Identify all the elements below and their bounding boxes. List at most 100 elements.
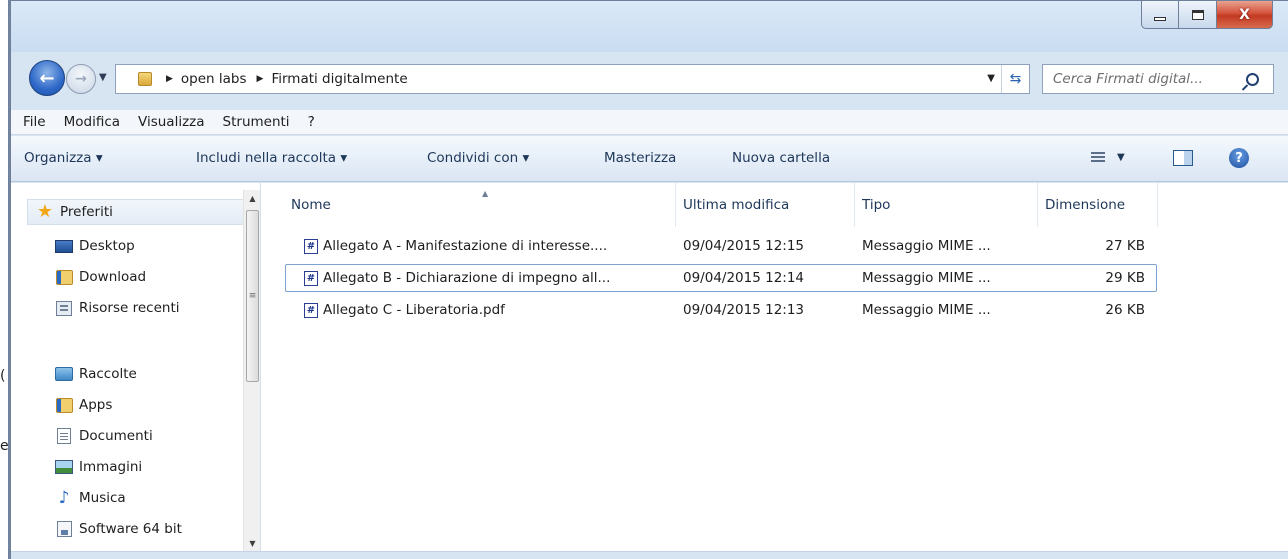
command-bar: Organizza ▾ Includi nella raccolta ▾ Con… xyxy=(11,136,1288,182)
include-in-library-button[interactable]: Includi nella raccolta ▾ xyxy=(196,150,347,166)
minimize-icon xyxy=(1154,16,1166,21)
breadcrumb-open-labs[interactable]: open labs xyxy=(181,71,247,87)
new-folder-button[interactable]: Nuova cartella xyxy=(732,150,830,166)
recent-pages-dropdown[interactable]: ▼ xyxy=(99,72,107,83)
sidebar-item-apps[interactable]: Apps xyxy=(55,392,112,418)
window-controls: X xyxy=(1141,1,1273,30)
maximize-button[interactable] xyxy=(1179,1,1217,29)
chevron-down-icon[interactable]: ▼ xyxy=(1117,152,1125,163)
file-list: Nome ▲ Ultima modifica Tipo Dimensione #… xyxy=(261,183,1288,559)
sidebar-item-label: Musica xyxy=(79,490,126,506)
file-name: Allegato C - Liberatoria.pdf xyxy=(323,302,505,318)
sidebar-item-musica[interactable]: ♪ Musica xyxy=(55,485,126,511)
file-size: 26 KB xyxy=(1105,302,1145,318)
download-folder-icon xyxy=(55,269,73,285)
recent-places-icon xyxy=(55,300,73,316)
column-header-ultima-modifica[interactable]: Ultima modifica xyxy=(683,183,855,227)
sidebar-item-label: Immagini xyxy=(79,459,143,475)
mime-file-icon: # xyxy=(304,303,318,318)
column-header-label: Tipo xyxy=(862,197,891,213)
sidebar-group-preferiti[interactable]: ★ Preferiti xyxy=(27,199,253,225)
file-row[interactable]: # Allegato C - Liberatoria.pdf 09/04/201… xyxy=(285,296,1157,324)
mime-file-icon: # xyxy=(304,271,318,286)
sidebar-item-documenti[interactable]: Documenti xyxy=(55,423,153,449)
close-button[interactable]: X xyxy=(1217,1,1273,29)
sidebar-item-label: Desktop xyxy=(79,238,135,254)
burn-button[interactable]: Masterizza xyxy=(604,150,676,166)
search-input[interactable]: Cerca Firmati digital... xyxy=(1053,71,1246,87)
share-with-button[interactable]: Condividi con ▾ xyxy=(427,150,529,166)
file-row-selected[interactable]: # Allegato B - Dichiarazione di impegno … xyxy=(285,264,1157,292)
arrow-left-icon: ← xyxy=(39,67,55,89)
column-header-label: Dimensione xyxy=(1045,197,1126,213)
sidebar-item-immagini[interactable]: Immagini xyxy=(55,454,142,480)
sidebar-group-raccolte[interactable]: Raccolte xyxy=(55,361,137,387)
address-dropdown-icon[interactable]: ▼ xyxy=(987,73,995,84)
file-modified: 09/04/2015 12:13 xyxy=(683,302,805,318)
sidebar-item-label: Risorse recenti xyxy=(79,300,180,316)
chevron-right-icon[interactable]: ▶ xyxy=(257,74,264,84)
arrow-right-icon: → xyxy=(75,71,87,87)
search-icon[interactable] xyxy=(1246,72,1259,86)
file-size: 29 KB xyxy=(1105,270,1145,286)
sidebar-item-label: Documenti xyxy=(79,428,153,444)
file-name: Allegato B - Dichiarazione di impegno al… xyxy=(323,270,611,286)
sidebar-item-risorse-recenti[interactable]: Risorse recenti xyxy=(55,295,180,321)
refresh-icon: ⇆ xyxy=(1009,71,1022,87)
library-icon xyxy=(55,366,73,382)
address-bar[interactable]: ▶ open labs ▶ Firmati digitalmente ▼ ⇆ xyxy=(115,64,1030,94)
close-icon: X xyxy=(1239,6,1250,23)
menu-visualizza[interactable]: Visualizza xyxy=(138,114,205,130)
sidebar-item-desktop[interactable]: Desktop xyxy=(55,233,135,259)
help-icon[interactable]: ? xyxy=(1229,148,1249,168)
scroll-down-icon[interactable]: ▼ xyxy=(244,535,261,552)
sort-ascending-icon: ▲ xyxy=(482,189,489,198)
sidebar-item-label: Apps xyxy=(79,397,113,413)
column-header-label: Nome xyxy=(291,197,331,213)
minimize-button[interactable] xyxy=(1141,1,1179,29)
file-row[interactable]: # Allegato A - Manifestazione di interes… xyxy=(285,232,1157,260)
sidebar-item-label: Preferiti xyxy=(60,204,113,220)
column-header-dimensione[interactable]: Dimensione xyxy=(1045,183,1158,227)
refresh-button[interactable]: ⇆ xyxy=(1001,65,1029,93)
forward-button[interactable]: → xyxy=(66,64,96,94)
sidebar-item-software-64-bit[interactable]: Software 64 bit xyxy=(55,516,182,542)
star-icon: ★ xyxy=(36,201,54,222)
menu-help[interactable]: ? xyxy=(308,114,315,130)
search-box[interactable]: Cerca Firmati digital... xyxy=(1042,64,1274,94)
file-modified: 09/04/2015 12:15 xyxy=(683,238,805,254)
back-button[interactable]: ← xyxy=(29,60,65,96)
navigation-pane: ★ Preferiti Desktop Download Risorse rec… xyxy=(11,183,261,559)
explorer-window: X ← → ▼ ▶ open labs ▶ Firmati digitalmen… xyxy=(10,0,1288,559)
menu-modifica[interactable]: Modifica xyxy=(64,114,120,130)
file-modified: 09/04/2015 12:14 xyxy=(683,270,805,286)
sidebar-item-label: Raccolte xyxy=(79,366,137,382)
maximize-icon xyxy=(1191,9,1204,20)
sidebar-item-label: Software 64 bit xyxy=(79,521,182,537)
menu-file[interactable]: File xyxy=(23,114,46,130)
sidebar-item-download[interactable]: Download xyxy=(55,264,146,290)
background-text-fragment: e xyxy=(0,438,9,454)
navigation-pane-scrollbar[interactable]: ▲ ≡ ▼ xyxy=(243,190,260,552)
title-bar[interactable]: X xyxy=(11,0,1288,52)
details-pane-edge xyxy=(11,551,1288,559)
column-header-tipo[interactable]: Tipo xyxy=(862,183,1038,227)
scrollbar-thumb[interactable]: ≡ xyxy=(246,210,259,382)
navigation-bar: ← → ▼ ▶ open labs ▶ Firmati digitalmente… xyxy=(11,56,1288,100)
image-icon xyxy=(55,459,73,475)
organize-button[interactable]: Organizza ▾ xyxy=(24,150,103,166)
menu-strumenti[interactable]: Strumenti xyxy=(223,114,290,130)
column-header-label: Ultima modifica xyxy=(683,197,790,213)
menu-bar: File Modifica Visualizza Strumenti ? xyxy=(11,110,1288,135)
file-size: 27 KB xyxy=(1105,238,1145,254)
desktop-icon xyxy=(55,238,73,254)
breadcrumb-firmati-digitalmente[interactable]: Firmati digitalmente xyxy=(271,71,407,87)
music-note-icon: ♪ xyxy=(58,488,70,508)
scroll-up-icon[interactable]: ▲ xyxy=(244,190,261,207)
mime-file-icon: # xyxy=(304,239,318,254)
preview-pane-icon[interactable] xyxy=(1173,150,1193,166)
folder-icon xyxy=(55,397,73,413)
document-icon xyxy=(55,428,73,444)
chevron-right-icon[interactable]: ▶ xyxy=(166,74,173,84)
view-options-icon[interactable] xyxy=(1091,152,1105,164)
